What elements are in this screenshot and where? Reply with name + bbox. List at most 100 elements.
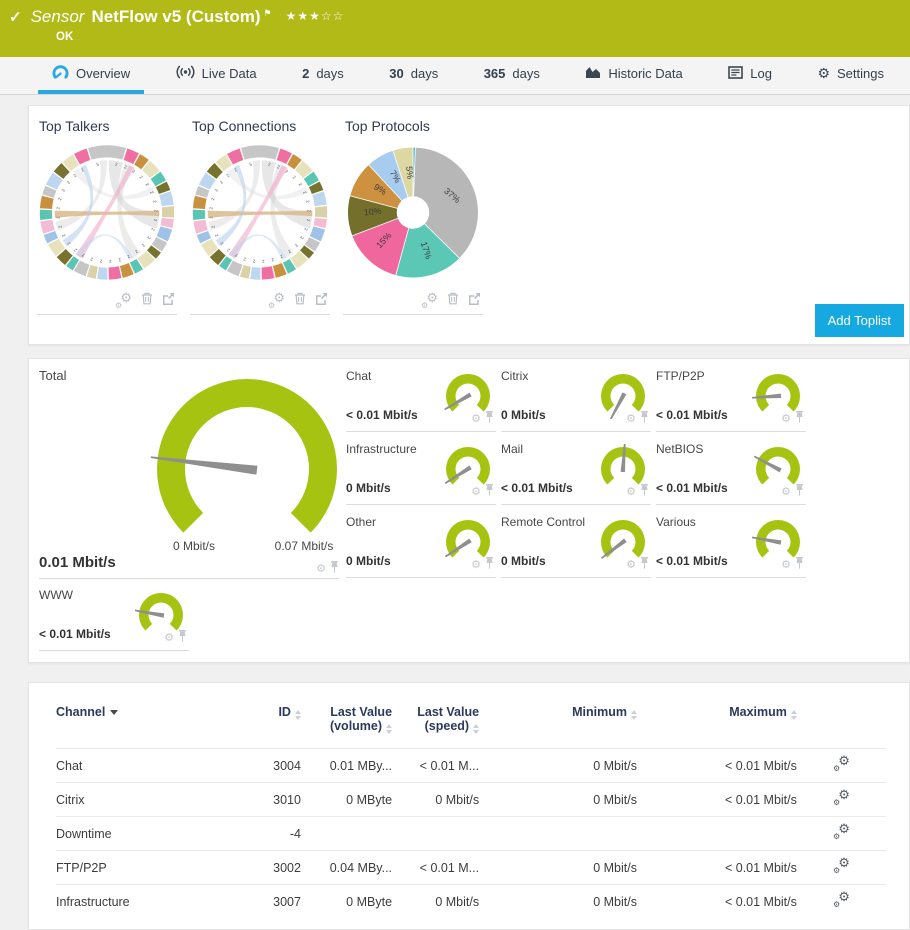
channel-gauge-value: < 0.01 Mbit/s (656, 481, 728, 495)
gauge-pin-icon[interactable] (795, 483, 804, 501)
delete-icon[interactable] (447, 292, 459, 310)
tab-30-days[interactable]: 30 days (375, 57, 452, 94)
svg-text:2: 2 (225, 247, 231, 253)
gauge-settings-icon[interactable]: ⚙ (781, 559, 791, 571)
delete-icon[interactable] (141, 292, 153, 310)
gauge-pin-icon[interactable] (795, 410, 804, 428)
svg-text:2: 2 (139, 175, 145, 181)
tab-overview[interactable]: Overview (38, 57, 145, 94)
gauge-settings-icon[interactable]: ⚙ (626, 413, 636, 425)
gauge-cell-mail: Mail < 0.01 Mbit/s ⚙ (501, 439, 651, 505)
gauge-settings-icon[interactable]: ⚙ (316, 563, 326, 575)
svg-text:2: 2 (219, 179, 225, 184)
toplist-settings-icon[interactable] (268, 291, 285, 310)
tab-2-days[interactable]: 2 days (288, 57, 358, 94)
chord-diagram[interactable]: 2222222222222222222222222222252 (37, 140, 177, 290)
table-row-ftp-p2p: FTP/P2P 3002 0.04 MBy... < 0.01 M... 0 Mbit/… (56, 850, 886, 885)
column-header-minimum[interactable]: Minimum (479, 699, 637, 749)
toplist-top-talkers: Top Talkers 2 2 2 2 2 2 2 2 2 2 2 2 2 2 2 2 2 2 2 2 2 2 2 2 2 2 2 2 2… (37, 116, 177, 315)
protocols-donut-chart[interactable]: 37% 17% 15% 10% 9% 7% 5% (343, 140, 483, 290)
toplist-icon-row (37, 290, 177, 315)
gauge-pin-icon[interactable] (640, 556, 649, 574)
cell-lvv: 0.04 MBy... (300, 850, 393, 885)
svg-text:2: 2 (297, 182, 303, 187)
svg-text:2: 2 (252, 259, 256, 264)
chord-diagram[interactable]: 2222222222222222222222222222252 (190, 140, 330, 290)
column-header-channel[interactable]: Channel (56, 699, 238, 749)
svg-text:2: 2 (146, 235, 152, 240)
svg-text:2: 2 (261, 259, 264, 264)
total-gauge-chart (147, 374, 347, 549)
delete-icon[interactable] (294, 292, 306, 310)
gauge-icons: ⚙ (781, 483, 804, 501)
svg-text:2: 2 (66, 179, 72, 184)
gauge-pin-icon[interactable] (485, 556, 494, 574)
gauge-pin-icon[interactable] (640, 410, 649, 428)
cell-lvs: 0 Mbit/s (392, 782, 480, 817)
gauge-icons: ⚙ (626, 410, 649, 428)
channel-settings-icon[interactable] (833, 788, 850, 807)
svg-text:2: 2 (99, 259, 103, 264)
gauge-pin-icon[interactable] (640, 483, 649, 501)
svg-text:2: 2 (55, 206, 60, 209)
tab-log[interactable]: Log (714, 57, 786, 94)
svg-text:2: 2 (61, 233, 67, 238)
cell-channel: Chat (56, 748, 239, 783)
priority-stars[interactable]: ★★★☆☆ (286, 9, 345, 23)
toplist-settings-icon[interactable] (421, 291, 438, 310)
open-external-icon[interactable] (468, 292, 481, 310)
gauge-settings-icon[interactable]: ⚙ (471, 559, 481, 571)
tab-label: Settings (837, 66, 884, 81)
gauge-settings-icon[interactable]: ⚙ (164, 632, 174, 644)
cell-actions (796, 850, 886, 885)
toplist-title: Top Talkers (39, 118, 110, 134)
gauge-cell-chat: Chat < 0.01 Mbit/s ⚙ (346, 366, 496, 432)
column-header-label: Maximum (729, 705, 787, 719)
column-header-last-value-speed-[interactable]: Last Value (speed) (392, 699, 480, 749)
gauge-settings-icon[interactable]: ⚙ (781, 413, 791, 425)
tab-historic-data[interactable]: Historic Data (571, 57, 696, 94)
gauge-icons: ⚙ (471, 556, 494, 574)
tab-365-days[interactable]: 365 days (470, 57, 554, 94)
gauge-settings-icon[interactable]: ⚙ (471, 413, 481, 425)
svg-text:2: 2 (72, 247, 78, 253)
gauge-cell-remote-control: Remote Control 0 Mbit/s ⚙ (501, 512, 651, 578)
gauge-settings-icon[interactable]: ⚙ (781, 486, 791, 498)
cell-min: 0 Mbit/s (479, 850, 637, 885)
gauge-settings-icon[interactable]: ⚙ (626, 486, 636, 498)
svg-text:2: 2 (140, 243, 146, 249)
toplist-title: Top Protocols (345, 118, 430, 134)
cell-id: 3002 (238, 850, 301, 885)
gauge-pin-icon[interactable] (178, 629, 187, 647)
column-header-maximum[interactable]: Maximum (637, 699, 797, 749)
gauge-pin-icon[interactable] (330, 560, 339, 578)
channel-gauge-value: < 0.01 Mbit/s (39, 627, 111, 641)
tab-label: Live Data (201, 66, 257, 81)
channel-settings-icon[interactable] (833, 754, 850, 773)
total-label: Total (39, 368, 67, 383)
gauge-pin-icon[interactable] (485, 483, 494, 501)
open-external-icon[interactable] (315, 292, 328, 310)
channel-gauge-value: < 0.01 Mbit/s (656, 554, 728, 568)
column-header-id[interactable]: ID (238, 699, 301, 749)
open-external-icon[interactable] (162, 292, 175, 310)
svg-text:2: 2 (144, 182, 150, 187)
divider (39, 578, 339, 579)
column-header-last-value-volume-[interactable]: Last Value (volume) (301, 699, 393, 749)
gauge-settings-icon[interactable]: ⚙ (626, 559, 636, 571)
toplist-settings-icon[interactable] (115, 291, 132, 310)
channel-settings-icon[interactable] (833, 856, 850, 875)
channel-settings-icon[interactable] (833, 890, 850, 909)
flag-icon[interactable]: ⚑ (264, 8, 272, 19)
cell-max (636, 816, 797, 851)
channel-gauge-value: 0 Mbit/s (501, 408, 546, 422)
tab-settings[interactable]: ⚙ Settings (803, 57, 898, 94)
cell-lvv: 0.01 MBy... (300, 748, 393, 783)
tab-label: days (316, 66, 344, 81)
gauge-pin-icon[interactable] (485, 410, 494, 428)
tab-live-data[interactable]: Live Data (162, 57, 271, 94)
gauge-settings-icon[interactable]: ⚙ (471, 486, 481, 498)
add-toplist-button[interactable]: Add Toplist (814, 304, 904, 337)
gauge-pin-icon[interactable] (795, 556, 804, 574)
channel-settings-icon[interactable] (833, 822, 850, 841)
